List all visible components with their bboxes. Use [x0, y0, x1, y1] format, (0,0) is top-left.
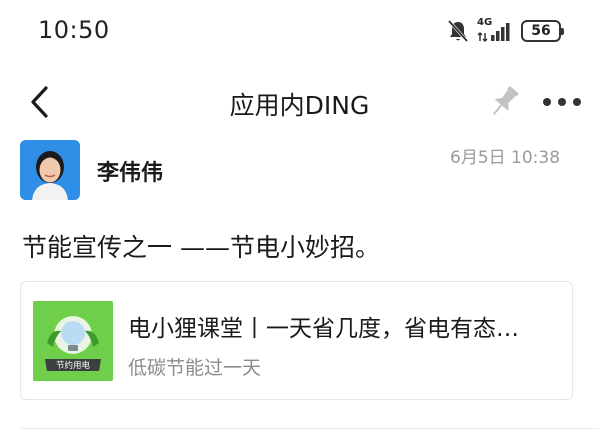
more-dots-icon[interactable]	[543, 98, 581, 108]
status-icons: 4G 56	[447, 17, 564, 43]
battery-icon: 56	[521, 20, 564, 42]
card-title: 电小狸课堂丨一天省几度，省电有态…	[128, 316, 519, 342]
bell-muted-icon	[447, 19, 469, 43]
avatar[interactable]	[20, 140, 80, 200]
message-timestamp: 6月5日 10:38	[450, 148, 561, 168]
card-thumbnail: 节约用电	[33, 301, 113, 381]
pin-icon[interactable]	[484, 82, 524, 122]
link-card[interactable]: 节约用电 电小狸课堂丨一天省几度，省电有态… 低碳节能过一天	[20, 281, 573, 400]
card-subtitle: 低碳节能过一天	[128, 357, 262, 379]
status-bar: 10:50 4G 56	[0, 0, 599, 64]
message-text: 节能宣传之一 ——节电小妙招。	[22, 233, 380, 262]
thumbnail-caption: 节约用电	[56, 360, 91, 371]
nav-bar: 应用内DING	[0, 74, 599, 130]
divider	[20, 428, 599, 429]
signal-icon: 4G	[477, 17, 513, 43]
status-time: 10:50	[38, 16, 110, 44]
sender-name[interactable]: 李伟伟	[97, 155, 163, 187]
battery-level: 56	[531, 23, 551, 39]
